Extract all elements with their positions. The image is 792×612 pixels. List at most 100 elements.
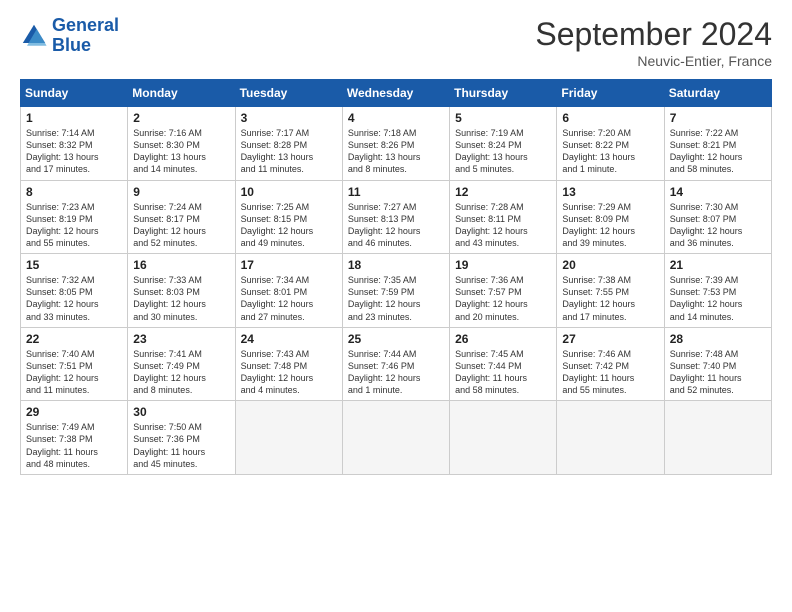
day-info: Sunrise: 7:38 AM Sunset: 7:55 PM Dayligh… [562,274,658,323]
day-number: 15 [26,258,122,272]
table-row: 24 Sunrise: 7:43 AM Sunset: 7:48 PM Dayli… [235,327,342,401]
day-number: 12 [455,185,551,199]
table-row [557,401,664,475]
day-info: Sunrise: 7:27 AM Sunset: 8:13 PM Dayligh… [348,201,444,250]
table-row: 8Sunrise: 7:23 AM Sunset: 8:19 PM Daylig… [21,180,128,254]
logo: General Blue [20,16,119,56]
table-row: 26 Sunrise: 7:45 AM Sunset: 7:44 PM Dayli… [450,327,557,401]
day-info: Sunrise: 7:17 AM Sunset: 8:28 PM Dayligh… [241,127,337,176]
table-row: 2Sunrise: 7:16 AM Sunset: 8:30 PM Daylig… [128,107,235,181]
table-row [450,401,557,475]
header-sunday: Sunday [21,80,128,107]
table-row: 1 Sunrise: 7:14 AM Sunset: 8:32 PM Daylig… [21,107,128,181]
table-row: 9 Sunrise: 7:24 AM Sunset: 8:17 PM Daylig… [128,180,235,254]
day-info: Sunrise: 7:45 AM Sunset: 7:44 PM Dayligh… [455,348,551,397]
calendar-row: 22 Sunrise: 7:40 AM Sunset: 7:51 PM Dayli… [21,327,772,401]
day-info: Sunrise: 7:44 AM Sunset: 7:46 PM Dayligh… [348,348,444,397]
day-info: Sunrise: 7:20 AM Sunset: 8:22 PM Dayligh… [562,127,658,176]
day-number: 11 [348,185,444,199]
day-number: 22 [26,332,122,346]
day-number: 7 [670,111,766,125]
day-info: Sunrise: 7:14 AM Sunset: 8:32 PM Dayligh… [26,127,122,176]
day-number: 21 [670,258,766,272]
table-row: 7 Sunrise: 7:22 AM Sunset: 8:21 PM Daylig… [664,107,771,181]
calendar-row: 8Sunrise: 7:23 AM Sunset: 8:19 PM Daylig… [21,180,772,254]
logo-icon [20,22,48,50]
table-row: 12 Sunrise: 7:28 AM Sunset: 8:11 PM Dayli… [450,180,557,254]
day-number: 4 [348,111,444,125]
day-info: Sunrise: 7:48 AM Sunset: 7:40 PM Dayligh… [670,348,766,397]
day-info: Sunrise: 7:33 AM Sunset: 8:03 PM Dayligh… [133,274,229,323]
day-number: 26 [455,332,551,346]
day-number: 3 [241,111,337,125]
header-saturday: Saturday [664,80,771,107]
header-friday: Friday [557,80,664,107]
day-info: Sunrise: 7:36 AM Sunset: 7:57 PM Dayligh… [455,274,551,323]
logo-text: General Blue [52,16,119,56]
day-info: Sunrise: 7:29 AM Sunset: 8:09 PM Dayligh… [562,201,658,250]
weekday-header-row: Sunday Monday Tuesday Wednesday Thursday… [21,80,772,107]
table-row: 27 Sunrise: 7:46 AM Sunset: 7:42 PM Dayli… [557,327,664,401]
page: General Blue September 2024 Neuvic-Entie… [0,0,792,612]
table-row [342,401,449,475]
table-row: 19 Sunrise: 7:36 AM Sunset: 7:57 PM Dayli… [450,254,557,328]
table-row: 3 Sunrise: 7:17 AM Sunset: 8:28 PM Daylig… [235,107,342,181]
header-tuesday: Tuesday [235,80,342,107]
table-row: 28 Sunrise: 7:48 AM Sunset: 7:40 PM Dayli… [664,327,771,401]
day-number: 30 [133,405,229,419]
calendar-table: Sunday Monday Tuesday Wednesday Thursday… [20,79,772,475]
calendar-row: 15 Sunrise: 7:32 AM Sunset: 8:05 PM Dayli… [21,254,772,328]
day-info: Sunrise: 7:49 AM Sunset: 7:38 PM Dayligh… [26,421,122,470]
day-info: Sunrise: 7:39 AM Sunset: 7:53 PM Dayligh… [670,274,766,323]
calendar-row: 1 Sunrise: 7:14 AM Sunset: 8:32 PM Daylig… [21,107,772,181]
header-wednesday: Wednesday [342,80,449,107]
header-thursday: Thursday [450,80,557,107]
table-row: 10 Sunrise: 7:25 AM Sunset: 8:15 PM Dayli… [235,180,342,254]
day-number: 28 [670,332,766,346]
day-info: Sunrise: 7:35 AM Sunset: 7:59 PM Dayligh… [348,274,444,323]
day-number: 24 [241,332,337,346]
day-info: Sunrise: 7:46 AM Sunset: 7:42 PM Dayligh… [562,348,658,397]
day-info: Sunrise: 7:22 AM Sunset: 8:21 PM Dayligh… [670,127,766,176]
table-row: 29Sunrise: 7:49 AM Sunset: 7:38 PM Dayli… [21,401,128,475]
table-row: 23Sunrise: 7:41 AM Sunset: 7:49 PM Dayli… [128,327,235,401]
table-row: 20Sunrise: 7:38 AM Sunset: 7:55 PM Dayli… [557,254,664,328]
logo-line1: General [52,15,119,35]
day-number: 13 [562,185,658,199]
title-block: September 2024 Neuvic-Entier, France [535,16,772,69]
day-number: 14 [670,185,766,199]
day-info: Sunrise: 7:40 AM Sunset: 7:51 PM Dayligh… [26,348,122,397]
table-row: 14 Sunrise: 7:30 AM Sunset: 8:07 PM Dayli… [664,180,771,254]
day-info: Sunrise: 7:25 AM Sunset: 8:15 PM Dayligh… [241,201,337,250]
day-info: Sunrise: 7:32 AM Sunset: 8:05 PM Dayligh… [26,274,122,323]
day-number: 2 [133,111,229,125]
location: Neuvic-Entier, France [535,53,772,69]
day-info: Sunrise: 7:23 AM Sunset: 8:19 PM Dayligh… [26,201,122,250]
day-number: 10 [241,185,337,199]
table-row: 30 Sunrise: 7:50 AM Sunset: 7:36 PM Dayli… [128,401,235,475]
table-row: 5 Sunrise: 7:19 AM Sunset: 8:24 PM Daylig… [450,107,557,181]
day-info: Sunrise: 7:28 AM Sunset: 8:11 PM Dayligh… [455,201,551,250]
day-info: Sunrise: 7:43 AM Sunset: 7:48 PM Dayligh… [241,348,337,397]
day-number: 18 [348,258,444,272]
month-title: September 2024 [535,16,772,53]
day-info: Sunrise: 7:19 AM Sunset: 8:24 PM Dayligh… [455,127,551,176]
day-number: 9 [133,185,229,199]
day-number: 16 [133,258,229,272]
table-row: 22 Sunrise: 7:40 AM Sunset: 7:51 PM Dayli… [21,327,128,401]
day-info: Sunrise: 7:24 AM Sunset: 8:17 PM Dayligh… [133,201,229,250]
table-row [235,401,342,475]
table-row: 13 Sunrise: 7:29 AM Sunset: 8:09 PM Dayli… [557,180,664,254]
table-row [664,401,771,475]
table-row: 16 Sunrise: 7:33 AM Sunset: 8:03 PM Dayli… [128,254,235,328]
day-number: 25 [348,332,444,346]
day-number: 19 [455,258,551,272]
day-info: Sunrise: 7:50 AM Sunset: 7:36 PM Dayligh… [133,421,229,470]
calendar-row: 29Sunrise: 7:49 AM Sunset: 7:38 PM Dayli… [21,401,772,475]
day-info: Sunrise: 7:30 AM Sunset: 8:07 PM Dayligh… [670,201,766,250]
day-info: Sunrise: 7:18 AM Sunset: 8:26 PM Dayligh… [348,127,444,176]
day-number: 1 [26,111,122,125]
day-number: 5 [455,111,551,125]
day-number: 27 [562,332,658,346]
table-row: 17Sunrise: 7:34 AM Sunset: 8:01 PM Dayli… [235,254,342,328]
